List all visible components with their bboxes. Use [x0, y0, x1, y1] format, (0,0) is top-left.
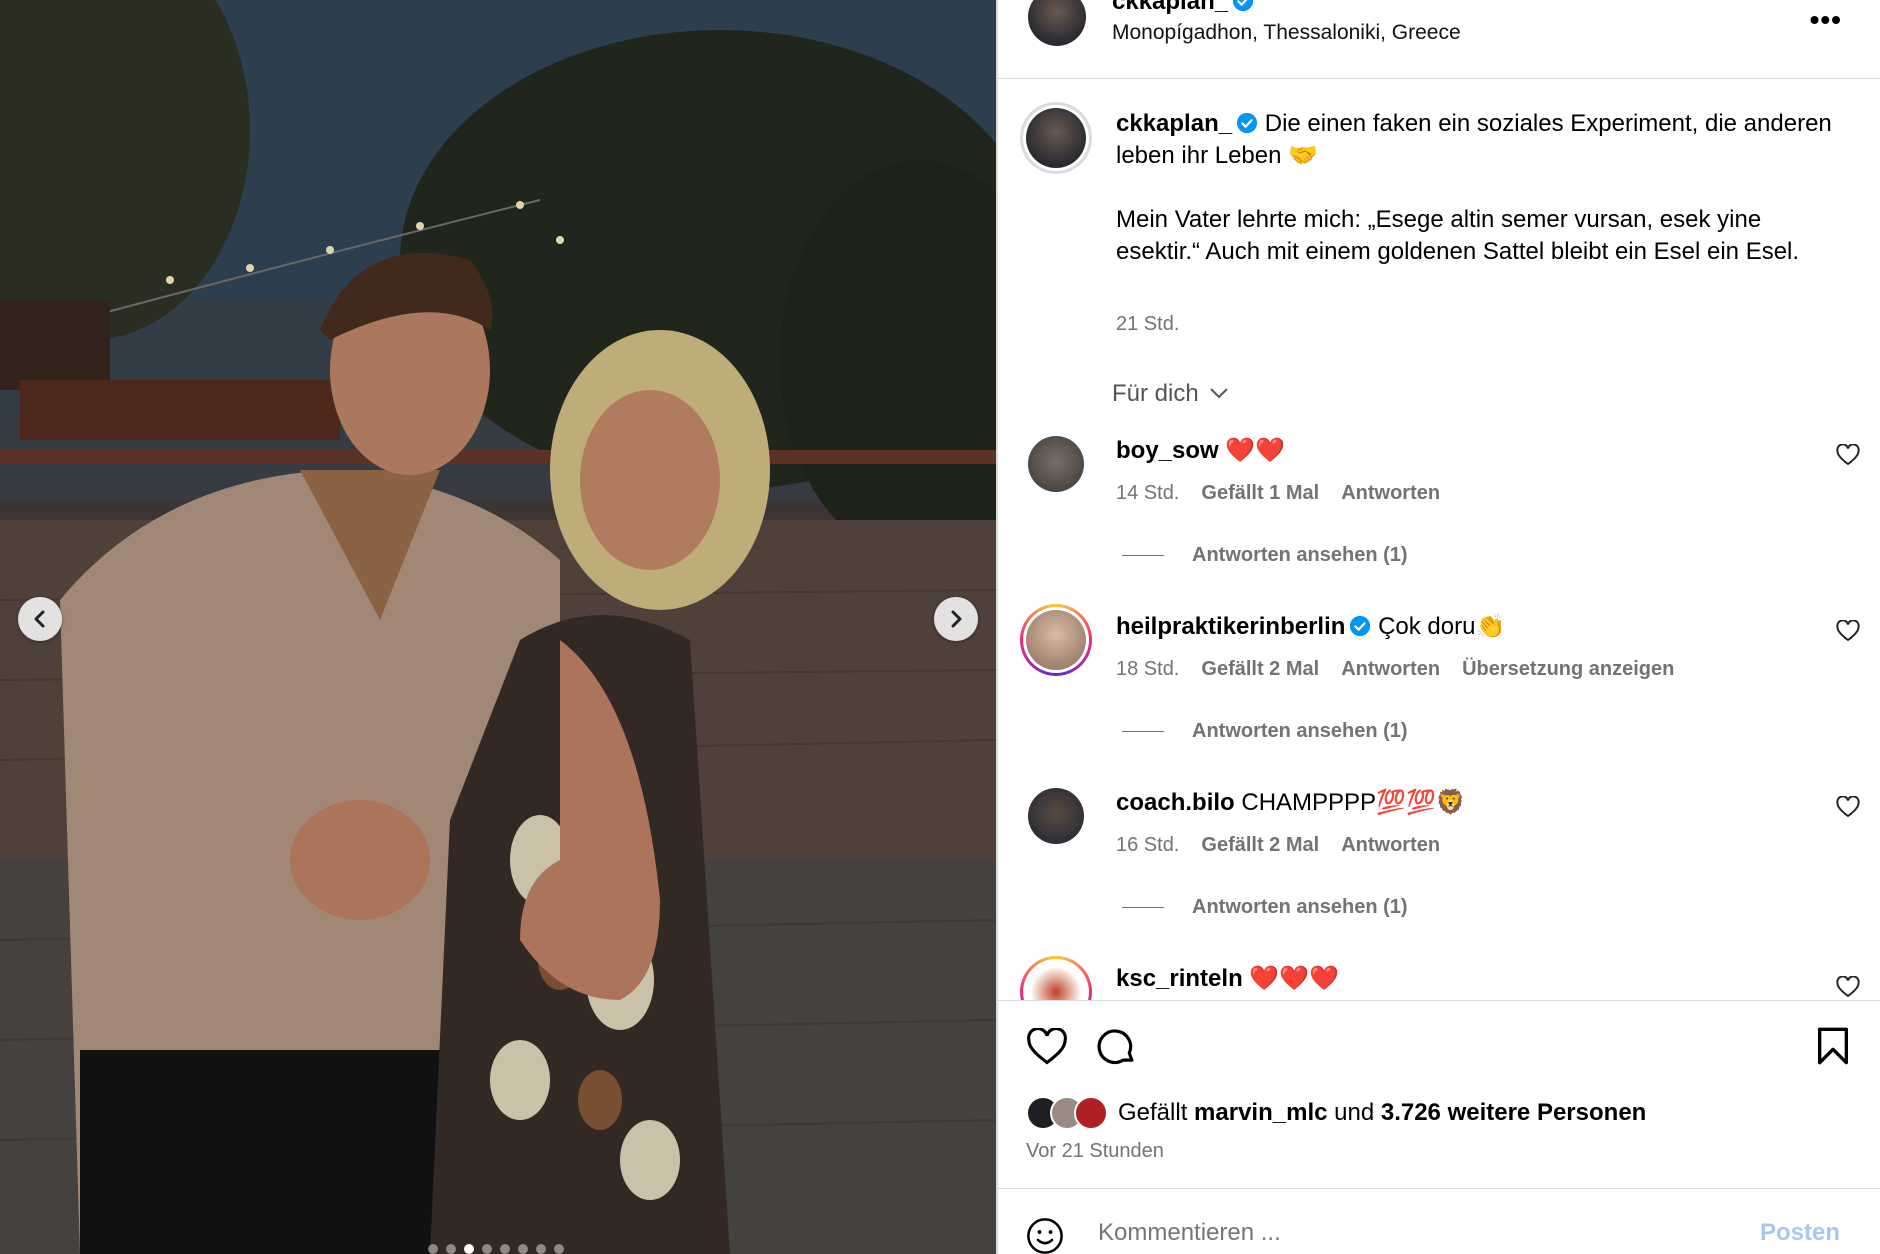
- view-replies-button[interactable]: Antworten ansehen (1): [1122, 544, 1408, 567]
- carousel-dot: [482, 1244, 492, 1254]
- caption-timestamp: 21 Std.: [1116, 313, 1180, 335]
- reply-button[interactable]: Antworten: [1341, 834, 1440, 857]
- comment-text: ❤️❤️❤️: [1249, 965, 1340, 992]
- previous-photo-button[interactable]: [18, 597, 62, 641]
- comment-like-heart-icon[interactable]: [1836, 620, 1860, 642]
- verified-badge-icon: [1232, 0, 1254, 12]
- comment-likes[interactable]: Gefällt 2 Mal: [1201, 834, 1319, 857]
- commenter-avatar[interactable]: [1028, 436, 1084, 492]
- translate-button[interactable]: Übersetzung anzeigen: [1462, 658, 1674, 681]
- post-caption: ckkaplan_ Die einen faken ein soziales E…: [1116, 108, 1836, 335]
- view-replies-button[interactable]: Antworten ansehen (1): [1122, 720, 1408, 743]
- post-details-panel: ckkaplan_ Monopígadhon, Thessaloniki, Gr…: [998, 0, 1880, 1254]
- verified-badge-icon: [1350, 615, 1371, 637]
- commenter-avatar[interactable]: [1028, 788, 1084, 844]
- view-replies-button[interactable]: Antworten ansehen (1): [1122, 896, 1408, 919]
- liker-avatar: [1074, 1096, 1108, 1130]
- comment-likes[interactable]: Gefällt 2 Mal: [1201, 658, 1319, 681]
- post-comment-button[interactable]: Posten: [1760, 1219, 1840, 1247]
- comment-composer: Posten: [998, 1188, 1880, 1254]
- comment-text: ❤️❤️: [1225, 437, 1286, 464]
- emoji-picker-icon[interactable]: [1026, 1217, 1064, 1254]
- comment-username[interactable]: heilpraktikerinberlin: [1116, 613, 1371, 640]
- photo-scene: [0, 0, 996, 1254]
- comment-text: Çok doru👏: [1378, 613, 1506, 640]
- likes-summary: Gefällt marvin_mlc und 3.726 weitere Per…: [1026, 1096, 1646, 1130]
- like-heart-icon[interactable]: [1026, 1028, 1068, 1066]
- post-age: Vor 21 Stunden: [1026, 1140, 1164, 1162]
- carousel-dot: [536, 1244, 546, 1254]
- comment-text: CHAMPPPP💯💯🦁: [1241, 789, 1466, 816]
- comment-input[interactable]: [1098, 1219, 1718, 1247]
- comment-username[interactable]: ksc_rinteln: [1116, 965, 1243, 992]
- comment-time: 14 Std.: [1116, 482, 1180, 504]
- next-photo-button[interactable]: [934, 597, 978, 641]
- comment-bubble-icon[interactable]: [1096, 1026, 1138, 1068]
- chevron-right-icon: [951, 610, 962, 628]
- comment-meta: 14 Std. Gefällt 1 Mal Antworten: [1116, 482, 1440, 505]
- verified-badge-icon: [1236, 112, 1258, 134]
- comment-like-heart-icon[interactable]: [1836, 444, 1860, 466]
- post-location[interactable]: Monopígadhon, Thessaloniki, Greece: [1112, 21, 1461, 45]
- comment-like-heart-icon[interactable]: [1836, 976, 1860, 998]
- caption-avatar[interactable]: [1020, 102, 1092, 174]
- carousel-dot: [518, 1244, 528, 1254]
- bookmark-icon[interactable]: [1816, 1026, 1850, 1066]
- comment-time: 16 Std.: [1116, 834, 1180, 856]
- header-username[interactable]: ckkaplan_: [1112, 0, 1254, 16]
- caption-username[interactable]: ckkaplan_: [1116, 110, 1258, 137]
- liker-username[interactable]: marvin_mlc: [1194, 1099, 1327, 1127]
- carousel-indicator: [428, 1244, 564, 1254]
- comment-username[interactable]: coach.bilo: [1116, 789, 1235, 816]
- chevron-left-icon: [34, 610, 45, 628]
- comment-sort-dropdown[interactable]: Für dich: [1112, 380, 1229, 408]
- comment-time: 18 Std.: [1116, 658, 1180, 680]
- carousel-dot: [446, 1244, 456, 1254]
- reply-button[interactable]: Antworten: [1341, 482, 1440, 505]
- more-options-icon[interactable]: •••: [1810, 4, 1842, 36]
- post-photo: [0, 0, 996, 1254]
- author-avatar[interactable]: [1028, 0, 1086, 46]
- comment-like-heart-icon[interactable]: [1836, 796, 1860, 818]
- carousel-dot: [428, 1244, 438, 1254]
- comment-meta: 18 Std. Gefällt 2 Mal Antworten Übersetz…: [1116, 658, 1674, 681]
- comment-username[interactable]: boy_sow: [1116, 437, 1219, 464]
- carousel-dot: [464, 1244, 474, 1254]
- liker-avatars: [1026, 1096, 1108, 1130]
- commenter-avatar[interactable]: [1020, 604, 1092, 676]
- header-divider: [998, 78, 1880, 79]
- caption-text-2: Mein Vater lehrte mich: „Esege altin sem…: [1116, 206, 1800, 265]
- carousel-dot: [554, 1244, 564, 1254]
- comment-likes[interactable]: Gefällt 1 Mal: [1201, 482, 1319, 505]
- reply-button[interactable]: Antworten: [1341, 658, 1440, 681]
- chevron-down-icon: [1210, 388, 1229, 399]
- carousel-dot: [500, 1244, 510, 1254]
- other-likers-link[interactable]: 3.726 weitere Personen: [1381, 1099, 1646, 1127]
- comment-meta: 16 Std. Gefällt 2 Mal Antworten: [1116, 834, 1440, 857]
